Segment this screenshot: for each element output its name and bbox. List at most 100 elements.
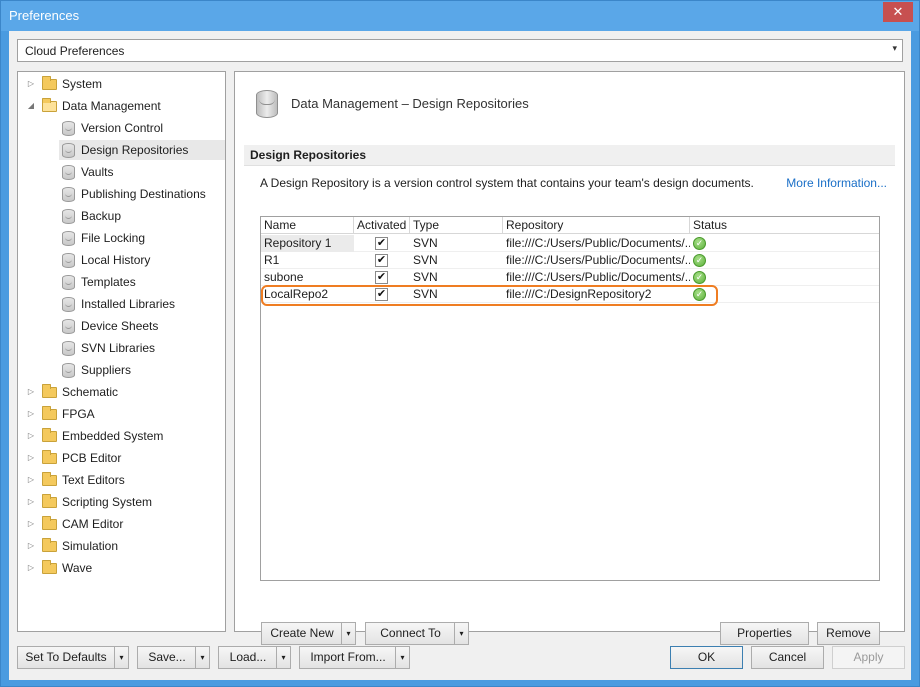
table-row[interactable]: R1 ✔ SVN file:///C:/Users/Public/Documents/…: [261, 252, 879, 269]
close-button[interactable]: ✕: [883, 2, 913, 22]
chevron-down-icon[interactable]: ▾: [195, 647, 209, 668]
folder-icon: [42, 472, 57, 486]
database-icon: [62, 341, 75, 356]
dialog-client: Cloud Preferences ▾ ▷ System ◢ Data Managem…: [9, 31, 911, 680]
tree-item[interactable]: Version Control: [18, 118, 225, 138]
tree-item[interactable]: Templates: [18, 272, 225, 292]
more-information-link[interactable]: More Information...: [786, 176, 887, 190]
database-icon: [62, 231, 75, 246]
save-label: Save...: [148, 650, 186, 664]
tree-item-label: Local History: [81, 253, 151, 267]
tree-item[interactable]: ▷ Simulation: [18, 536, 225, 556]
tree-item-label: Data Management: [62, 99, 161, 113]
column-header-name[interactable]: Name: [261, 217, 354, 234]
open-folder-icon: [42, 98, 57, 112]
status-ok-icon: ✓: [693, 237, 706, 250]
activated-checkbox[interactable]: ✔: [375, 237, 388, 250]
database-icon: [62, 209, 75, 224]
apply-button[interactable]: Apply: [832, 646, 905, 669]
folder-icon: [42, 406, 57, 420]
tree-item[interactable]: ▷ Text Editors: [18, 470, 225, 490]
save-button[interactable]: Save... ▾: [137, 646, 210, 669]
profile-dropdown[interactable]: Cloud Preferences ▾: [17, 39, 903, 62]
tree-item-label: System: [62, 77, 103, 91]
description-text: A Design Repository is a version control…: [260, 176, 754, 190]
activated-checkbox[interactable]: ✔: [375, 271, 388, 284]
column-header-status[interactable]: Status: [690, 217, 879, 234]
database-icon: [62, 165, 75, 180]
database-icon: [62, 121, 75, 136]
tree-item[interactable]: ▷ FPGA: [18, 404, 225, 424]
column-header-activated[interactable]: Activated: [354, 217, 410, 234]
tree-item[interactable]: Local History: [18, 250, 225, 270]
tree-item[interactable]: File Locking: [18, 228, 225, 248]
tree-item-label: Installed Libraries: [81, 297, 176, 311]
properties-button[interactable]: Properties: [720, 622, 809, 645]
collapsed-arrow-icon[interactable]: ▷: [26, 404, 36, 424]
title-bar[interactable]: Preferences ✕: [1, 1, 919, 31]
expanded-arrow-icon[interactable]: ◢: [26, 96, 36, 116]
cell-repository: file:///C:/Users/Public/Documents/...: [506, 270, 690, 284]
chevron-down-icon[interactable]: ▾: [114, 647, 128, 668]
preferences-window: Preferences ✕ Cloud Preferences ▾ ▷ Syste…: [0, 0, 920, 687]
tree-item[interactable]: Suppliers: [18, 360, 225, 380]
folder-icon: [42, 516, 57, 530]
tree-item[interactable]: ▷ Schematic: [18, 382, 225, 402]
tree-item[interactable]: Vaults: [18, 162, 225, 182]
set-to-defaults-button[interactable]: Set To Defaults ▾: [17, 646, 129, 669]
create-new-label: Create New: [270, 626, 334, 640]
collapsed-arrow-icon[interactable]: ▷: [26, 448, 36, 468]
tree-item[interactable]: Backup: [18, 206, 225, 226]
collapsed-arrow-icon[interactable]: ▷: [26, 382, 36, 402]
chevron-down-icon[interactable]: ▾: [341, 623, 355, 644]
section-header: Design Repositories: [244, 145, 895, 166]
tree-item-label: File Locking: [81, 231, 146, 245]
tree-item[interactable]: ▷ System: [18, 74, 225, 94]
collapsed-arrow-icon[interactable]: ▷: [26, 536, 36, 556]
activated-checkbox[interactable]: ✔: [375, 254, 388, 267]
tree-item[interactable]: ▷ Scripting System: [18, 492, 225, 512]
table-row[interactable]: subone ✔ SVN file:///C:/Users/Public/Docume…: [261, 269, 879, 286]
collapsed-arrow-icon[interactable]: ▷: [26, 74, 36, 94]
collapsed-arrow-icon[interactable]: ▷: [26, 558, 36, 578]
tree-item-label: Wave: [62, 561, 93, 575]
connect-to-button[interactable]: Connect To ▾: [365, 622, 469, 645]
tree-item[interactable]: SVN Libraries: [18, 338, 225, 358]
chevron-down-icon[interactable]: ▾: [454, 623, 468, 644]
status-ok-icon: ✓: [693, 271, 706, 284]
tree-item-label: Device Sheets: [81, 319, 159, 333]
cell-type: SVN: [413, 253, 438, 267]
column-header-type[interactable]: Type: [410, 217, 503, 234]
import-from-button[interactable]: Import From... ▾: [299, 646, 410, 669]
tree-item-label: CAM Editor: [62, 517, 124, 531]
table-row[interactable]: Repository 1 ✔ SVN file:///C:/Users/Public/…: [261, 235, 879, 252]
tree-item[interactable]: ▷ CAM Editor: [18, 514, 225, 534]
tree-item[interactable]: ▷ Wave: [18, 558, 225, 578]
load-button[interactable]: Load... ▾: [218, 646, 291, 669]
folder-icon: [42, 450, 57, 464]
tree-item-label: Version Control: [81, 121, 164, 135]
tree-item[interactable]: Installed Libraries: [18, 294, 225, 314]
tree-item[interactable]: Design Repositories: [18, 140, 225, 160]
tree-item[interactable]: ▷ Embedded System: [18, 426, 225, 446]
tree-item[interactable]: Device Sheets: [18, 316, 225, 336]
collapsed-arrow-icon[interactable]: ▷: [26, 426, 36, 446]
column-header-repository[interactable]: Repository: [503, 217, 690, 234]
create-new-button[interactable]: Create New ▾: [261, 622, 356, 645]
chevron-down-icon[interactable]: ▾: [276, 647, 290, 668]
chevron-down-icon[interactable]: ▾: [395, 647, 409, 668]
tree-item[interactable]: ▷ PCB Editor: [18, 448, 225, 468]
page-title: Data Management – Design Repositories: [291, 96, 529, 111]
tree-item[interactable]: Publishing Destinations: [18, 184, 225, 204]
remove-button[interactable]: Remove: [817, 622, 880, 645]
tree-item-label: Suppliers: [81, 363, 132, 377]
collapsed-arrow-icon[interactable]: ▷: [26, 514, 36, 534]
database-icon: [62, 143, 75, 158]
set-to-defaults-label: Set To Defaults: [25, 650, 107, 664]
tree-item[interactable]: ◢ Data Management: [18, 96, 225, 116]
collapsed-arrow-icon[interactable]: ▷: [26, 492, 36, 512]
cancel-button[interactable]: Cancel: [751, 646, 824, 669]
database-icon: [62, 297, 75, 312]
ok-button[interactable]: OK: [670, 646, 743, 669]
collapsed-arrow-icon[interactable]: ▷: [26, 470, 36, 490]
